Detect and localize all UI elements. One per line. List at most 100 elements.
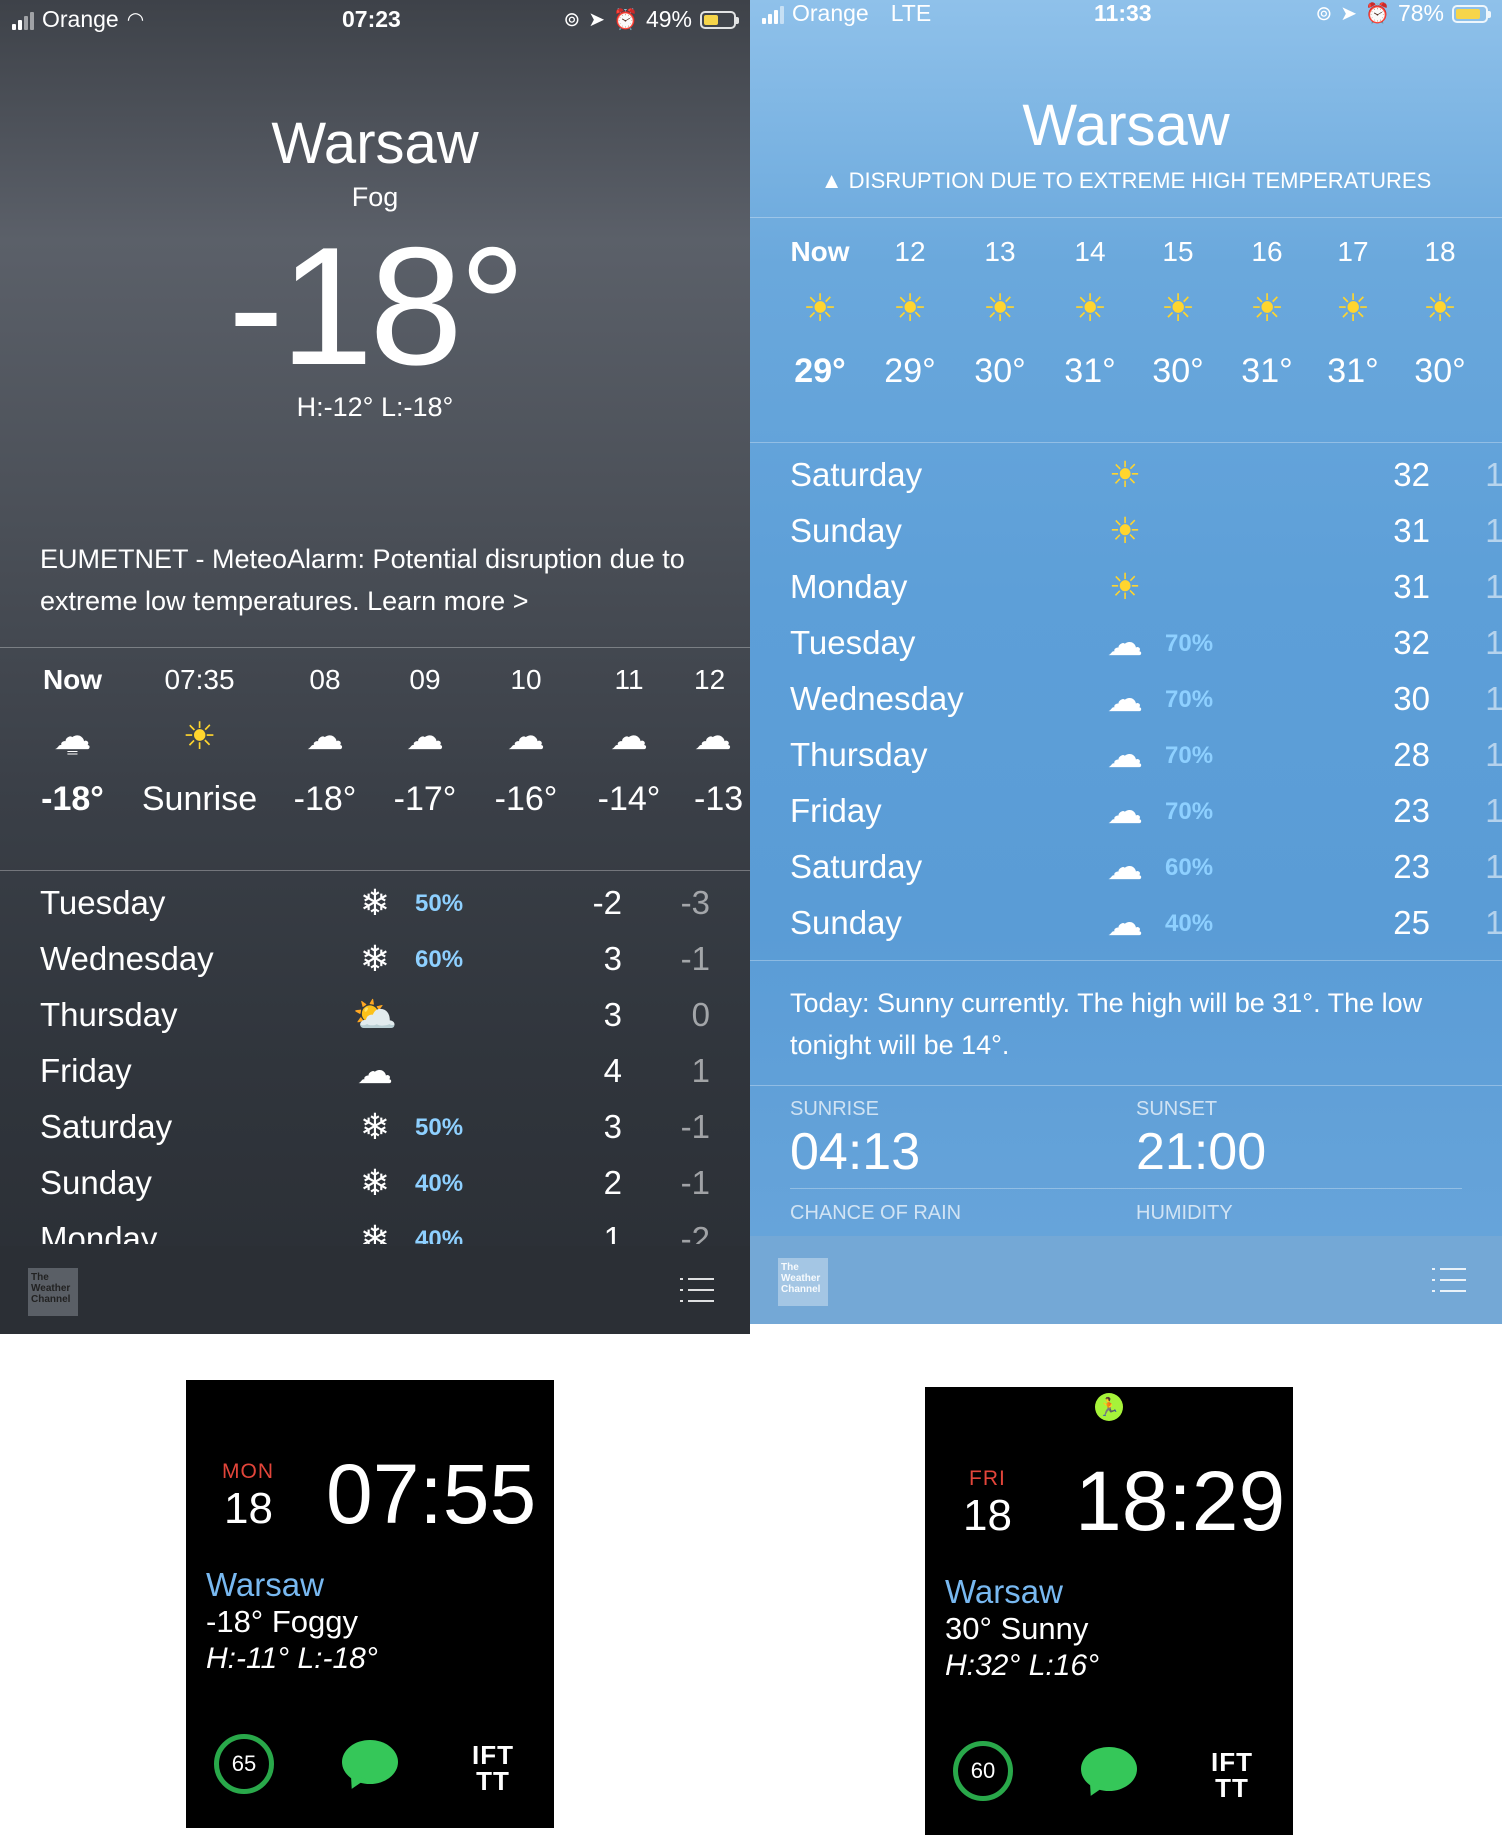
watch-date: 18 [963,1491,1012,1540]
hour-column: 11 ☁ -14° [584,664,674,819]
weather-alert-link[interactable]: EUMETNET - MeteoAlarm: Potential disrupt… [40,538,720,622]
watch-time: 07:55 [326,1447,537,1541]
sun-icon: ☀ [1108,454,1142,495]
day-low: 19 [1485,624,1502,661]
day-low: 19 [1485,568,1502,605]
day-name: Saturday [40,1108,173,1145]
hour-time: 07:35 [164,664,235,695]
sun-icon: ☀ [982,288,1018,330]
cloud-icon: ☁ [507,716,545,758]
hour-time: 15 [1162,236,1194,267]
rotation-lock-icon: ⊚ [563,9,581,31]
sunrise-label: SUNRISE [790,1098,879,1120]
day-row: Thursday ☁ 70% 28 18 [750,728,1502,784]
precip-chance: 50% [415,890,464,917]
precip-chance: 70% [1165,630,1214,657]
hour-temp: -13 [694,780,744,818]
day-high: 32 [1393,456,1430,493]
thunderstorm-icon: ☁ [1107,734,1143,775]
ring-value: 60 [970,1758,996,1783]
city-name: Warsaw [1022,93,1230,158]
battery-icon [1452,4,1491,23]
day-high: 2 [603,1164,622,1201]
status-bar: Orange ◠ 07:23 ⊚ ➤ ⏰ 49% [0,0,750,40]
city-name: Warsaw [271,111,479,176]
rain-icon: ☁ [1107,846,1143,887]
ifttt-icon[interactable]: IFT TT [1207,1749,1257,1801]
day-row: Sunday ☁ 40% 25 14 [750,896,1502,952]
day-high: 28 [1393,736,1430,773]
day-row: Tuesday ☁ 70% 32 19 [750,616,1502,672]
sun-icon: ☀ [1160,288,1196,330]
sun-icon: ☀ [1422,288,1458,330]
hour-temp: -16° [494,780,558,818]
precip-chance: 50% [415,1114,464,1141]
battery-icon [700,10,739,29]
weather-channel-logo[interactable]: The Weather Channel [28,1268,78,1316]
hour-time: Now [790,236,850,267]
watch-condition: -18° Foggy [206,1604,358,1639]
hour-temp: 29° [884,352,936,390]
day-row: Thursday ⛅ 3 0 [0,988,750,1044]
day-low: -1 [680,940,710,977]
day-name: Friday [40,1052,132,1089]
precip-chance: 60% [415,946,464,973]
watch-face-monday: MON 18 07:55 Warsaw -18° Foggy H:-11° L:… [186,1380,554,1828]
thunderstorm-icon: ☁ [1107,902,1143,943]
weather-channel-logo[interactable]: The Weather Channel [778,1258,828,1306]
location-icon: ➤ [588,9,606,31]
status-left: Orange ◠ [12,6,144,33]
hour-column: 16 ☀ 31° [1222,236,1312,391]
messages-icon[interactable] [1081,1747,1137,1791]
precip-chance: 70% [1165,742,1214,769]
day-row: Tuesday ❄ 50% -2 -3 [0,876,750,932]
sun-icon: ☀ [1108,566,1142,607]
divider [750,960,1502,961]
day-row: Monday ❄ 40% 1 -2 [0,1212,750,1244]
warning-icon: ▲ [820,168,843,193]
high-low: H:-12° L:-18° [296,392,454,422]
day-high: 32 [1393,624,1430,661]
hour-column: 07:35 ☀ Sunrise [132,664,267,819]
day-high: 3 [603,940,622,977]
day-low: -2 [680,1220,710,1244]
day-name: Tuesday [40,884,166,921]
status-bar: Orange LTE 11:33 ⊚ ➤ ⏰ 78% [750,0,1502,40]
workout-icon[interactable]: 🏃 [1095,1393,1123,1421]
signal-icon [762,4,784,24]
watch-city[interactable]: Warsaw [206,1566,324,1604]
day-name: Sunday [790,512,902,549]
precip-chance: 40% [415,1226,464,1244]
messages-icon[interactable] [342,1740,398,1784]
day-low: -1 [680,1164,710,1201]
weather-alert[interactable]: ▲ DISRUPTION DUE TO EXTREME HIGH TEMPERA… [750,168,1502,194]
precip-chance: 70% [1165,686,1214,713]
activity-ring[interactable]: 65 [214,1734,274,1794]
daily-forecast[interactable]: Saturday ☀ 32 17 Sunday ☀ 31 19 Monday ☀… [750,448,1502,958]
hour-column: 15 ☀ 30° [1133,236,1223,391]
list-icon[interactable] [1432,1268,1466,1294]
day-low: 14 [1485,904,1502,941]
watch-city[interactable]: Warsaw [945,1573,1063,1611]
ifttt-icon[interactable]: IFT TT [468,1742,518,1794]
day-high: 31 [1393,512,1430,549]
day-row: Sunday ☀ 31 19 [750,504,1502,560]
bottom-toolbar: The Weather Channel [750,1236,1502,1324]
hour-time: 10 [510,664,542,695]
status-right: ⊚ ➤ ⏰ 49% [563,6,739,33]
hour-column: Now ☀ 29° [775,236,865,391]
alarm-icon: ⏰ [1365,3,1390,25]
sun-icon: ☀ [1072,288,1108,330]
hour-column: 09 ☁ -17° [380,664,470,819]
bottom-toolbar: The Weather Channel [0,1246,750,1334]
hour-column: 12 ☁ -13 [694,664,750,819]
list-icon[interactable] [680,1278,714,1304]
daily-forecast[interactable]: Tuesday ❄ 50% -2 -3 Wednesday ❄ 60% 3 -1… [0,876,750,1244]
activity-ring[interactable]: 60 [953,1741,1013,1801]
status-time: 07:23 [342,6,401,32]
hour-column: 13 ☀ 30° [955,236,1045,391]
divider [0,870,750,871]
precip-chance: 70% [1165,798,1214,825]
day-low: 17 [1485,456,1502,493]
day-name: Thursday [40,996,178,1033]
